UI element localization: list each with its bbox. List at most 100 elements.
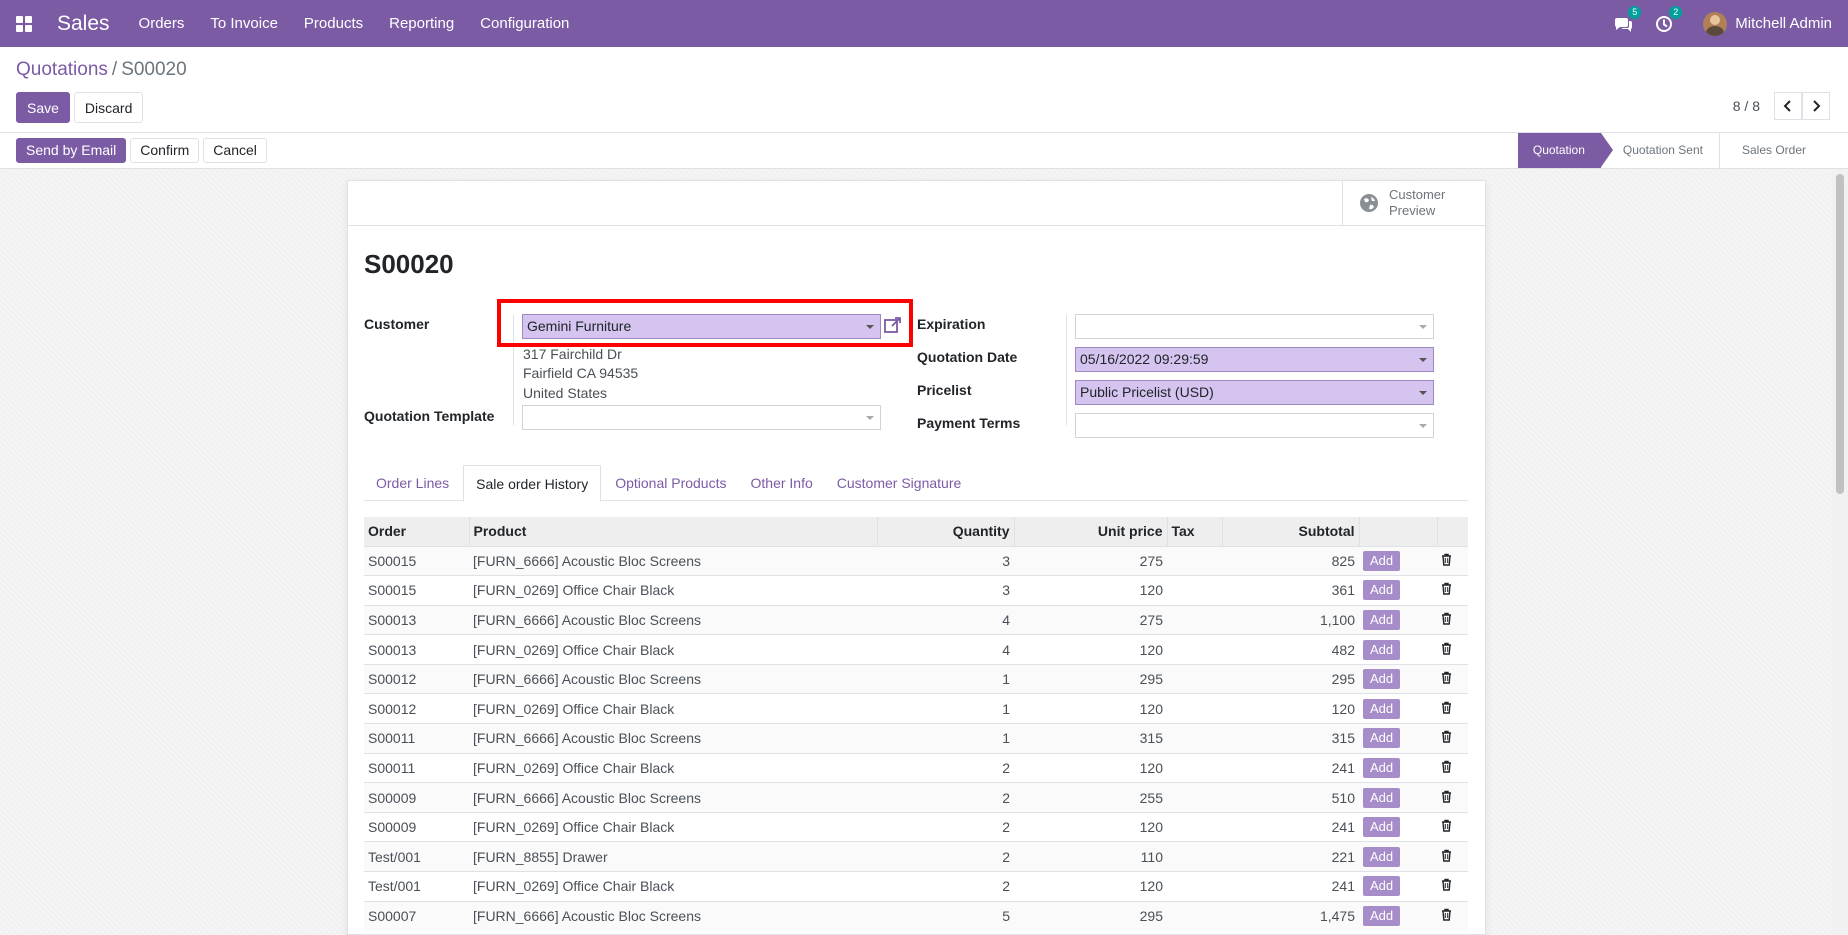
payment-terms-field[interactable]: [1075, 413, 1434, 438]
stage-quotation[interactable]: Quotation: [1517, 133, 1613, 168]
menu-to-invoice[interactable]: To Invoice: [210, 15, 278, 32]
add-button[interactable]: Add: [1363, 550, 1401, 571]
table-row[interactable]: S00012 [FURN_0269] Office Chair Black 1 120…: [364, 693, 1468, 724]
add-button[interactable]: Add: [1363, 876, 1401, 897]
cell-delete: [1437, 723, 1468, 754]
add-button[interactable]: Add: [1363, 728, 1401, 749]
quotation-date-field[interactable]: 05/16/2022 09:29:59: [1075, 347, 1434, 372]
trash-icon[interactable]: [1441, 582, 1452, 598]
add-button[interactable]: Add: [1363, 639, 1401, 660]
add-button[interactable]: Add: [1363, 580, 1401, 601]
cell-order: Test/001: [364, 871, 469, 902]
messages-icon[interactable]: 5: [1613, 5, 1642, 34]
cell-product: [FURN_6666] Acoustic Bloc Screens: [469, 900, 877, 931]
column-header-subtotal[interactable]: Subtotal: [1222, 517, 1360, 546]
add-button[interactable]: Add: [1363, 787, 1401, 808]
trash-icon[interactable]: [1441, 790, 1452, 806]
table-row[interactable]: S00011 [FURN_6666] Acoustic Bloc Screens 1…: [364, 723, 1468, 754]
column-header-product[interactable]: Product: [469, 517, 878, 546]
cell-add: Add: [1359, 545, 1437, 576]
tab-optional-products[interactable]: Optional Products: [603, 465, 738, 501]
expiration-field[interactable]: [1075, 314, 1434, 339]
apps-menu-icon[interactable]: [16, 15, 32, 32]
discard-button[interactable]: Discard: [73, 92, 144, 123]
trash-icon[interactable]: [1441, 819, 1452, 835]
tab-other-info[interactable]: Other Info: [739, 465, 825, 501]
cell-unit-price: 120: [1014, 811, 1167, 842]
table-row[interactable]: Test/001 [FURN_8855] Drawer 2 110 221 Add: [364, 841, 1468, 872]
add-button[interactable]: Add: [1363, 817, 1401, 838]
column-header-quantity[interactable]: Quantity: [877, 517, 1015, 546]
table-row[interactable]: S00015 [FURN_6666] Acoustic Bloc Screens 3…: [364, 545, 1468, 576]
trash-icon[interactable]: [1441, 908, 1452, 924]
cell-subtotal: 241: [1222, 811, 1359, 842]
add-button[interactable]: Add: [1363, 906, 1401, 927]
menu-reporting[interactable]: Reporting: [389, 15, 454, 32]
tab-order-lines[interactable]: Order Lines: [364, 465, 461, 501]
cell-unit-price: 275: [1014, 545, 1167, 576]
table-row[interactable]: Test/001 [FURN_0269] Office Chair Black 2 1…: [364, 871, 1468, 902]
trash-icon[interactable]: [1441, 701, 1452, 717]
table-row[interactable]: S00013 [FURN_0269] Office Chair Black 4 120…: [364, 634, 1468, 665]
cell-subtotal: 241: [1222, 871, 1359, 902]
customer-preview-button[interactable]: Customer Preview: [1342, 181, 1485, 225]
table-row[interactable]: S00009 [FURN_0269] Office Chair Black 2 120…: [364, 811, 1468, 842]
table-row[interactable]: S00007 [FURN_6666] Acoustic Bloc Screens 5…: [364, 900, 1468, 931]
table-row[interactable]: S00012 [FURN_6666] Acoustic Bloc Screens 1…: [364, 663, 1468, 694]
pager-value[interactable]: 8 / 8: [1733, 98, 1760, 114]
tab-sale-order-history[interactable]: Sale order History: [463, 465, 602, 502]
cell-delete: [1437, 604, 1468, 635]
scrollbar-thumb[interactable]: [1836, 174, 1844, 494]
breadcrumb-quotations[interactable]: Quotations: [16, 59, 108, 80]
cell-subtotal: 1,475: [1222, 900, 1359, 931]
table-row[interactable]: S00015 [FURN_0269] Office Chair Black 3 120…: [364, 575, 1468, 606]
menu-configuration[interactable]: Configuration: [480, 15, 569, 32]
activities-clock-icon[interactable]: 2: [1654, 5, 1683, 34]
confirm-button[interactable]: Confirm: [130, 138, 200, 163]
add-button[interactable]: Add: [1363, 846, 1401, 867]
cell-subtotal: 315: [1222, 723, 1359, 754]
add-button[interactable]: Add: [1363, 669, 1401, 690]
menu-products[interactable]: Products: [304, 15, 363, 32]
table-row[interactable]: S00011 [FURN_0269] Office Chair Black 2 120…: [364, 752, 1468, 783]
trash-icon[interactable]: [1441, 642, 1452, 658]
column-header-tax[interactable]: Tax: [1167, 517, 1223, 546]
table-row[interactable]: S00009 [FURN_6666] Acoustic Bloc Screens 2…: [364, 782, 1468, 813]
add-button[interactable]: Add: [1363, 757, 1401, 778]
trash-icon[interactable]: [1441, 730, 1452, 746]
table-row[interactable]: S00013 [FURN_6666] Acoustic Bloc Screens 4…: [364, 604, 1468, 635]
app-name[interactable]: Sales: [57, 12, 110, 36]
cell-unit-price: 255: [1014, 782, 1167, 813]
stage-quotation-sent[interactable]: Quotation Sent: [1600, 133, 1720, 168]
send-by-email-button[interactable]: Send by Email: [16, 138, 127, 163]
trash-icon[interactable]: [1441, 760, 1452, 776]
scrollbar[interactable]: [1832, 169, 1848, 935]
cell-subtotal: 482: [1222, 634, 1359, 665]
trash-icon[interactable]: [1441, 553, 1452, 569]
quotation-template-label: Quotation Template: [364, 408, 495, 424]
trash-icon[interactable]: [1441, 671, 1452, 687]
chevron-down-icon: [1419, 391, 1427, 395]
column-header-unit-price[interactable]: Unit price: [1014, 517, 1168, 546]
user-name[interactable]: Mitchell Admin: [1735, 15, 1832, 32]
cancel-button[interactable]: Cancel: [203, 138, 267, 163]
cell-order: S00012: [364, 663, 469, 694]
menu-orders[interactable]: Orders: [139, 15, 185, 32]
save-button[interactable]: Save: [16, 92, 70, 123]
stage-sales-order[interactable]: Sales Order: [1719, 133, 1822, 168]
pager-previous-button[interactable]: [1774, 92, 1802, 120]
trash-icon[interactable]: [1441, 612, 1452, 628]
quotation-date-value: 05/16/2022 09:29:59: [1080, 351, 1209, 367]
add-button[interactable]: Add: [1363, 698, 1401, 719]
quotation-template-field[interactable]: [522, 405, 881, 430]
cell-tax: [1167, 782, 1222, 813]
pager-next-button[interactable]: [1802, 92, 1830, 120]
column-header-order[interactable]: Order: [364, 517, 470, 546]
user-avatar[interactable]: [1703, 11, 1728, 36]
trash-icon[interactable]: [1441, 849, 1452, 865]
cell-subtotal: 825: [1222, 545, 1359, 576]
add-button[interactable]: Add: [1363, 609, 1401, 630]
pricelist-field[interactable]: Public Pricelist (USD): [1075, 380, 1434, 405]
trash-icon[interactable]: [1441, 878, 1452, 894]
tab-customer-signature[interactable]: Customer Signature: [825, 465, 974, 501]
